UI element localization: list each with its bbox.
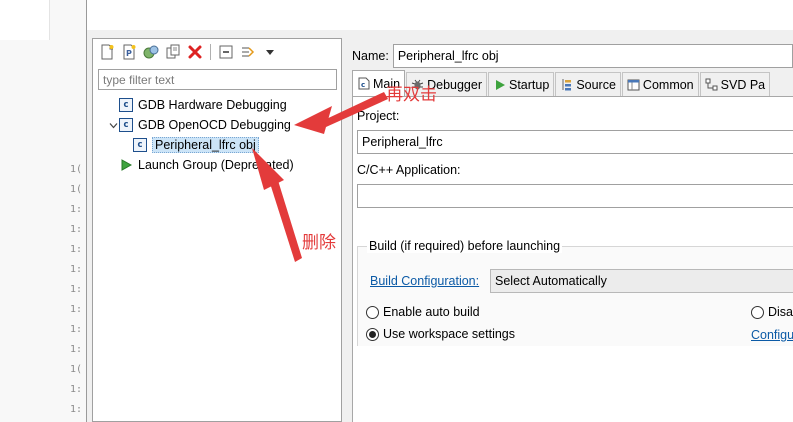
tab-startup[interactable]: Startup: [488, 72, 555, 96]
line-number: 1(: [70, 364, 83, 375]
new-config-button[interactable]: [97, 42, 117, 62]
c-config-icon: c: [119, 118, 133, 132]
line-number: 1:: [70, 224, 83, 235]
launch-config-tree: c GDB Hardware Debugging c GDB OpenOCD D…: [93, 95, 341, 175]
radio-label: Enable auto build: [383, 305, 480, 319]
line-number: 1:: [70, 264, 83, 275]
tree-item-launch-group[interactable]: Launch Group (Deprecated): [93, 155, 341, 175]
line-number: 1:: [70, 344, 83, 355]
radio-unchecked-icon: [751, 305, 764, 319]
project-input[interactable]: [357, 130, 793, 154]
radio-checked-icon: [366, 327, 379, 341]
export-icon: [143, 45, 159, 59]
tree-item-label: GDB OpenOCD Debugging: [138, 118, 291, 132]
line-number: 1:: [70, 304, 83, 315]
radio-label: Disa: [768, 305, 793, 319]
use-workspace-settings-radio[interactable]: Use workspace settings: [366, 327, 515, 341]
startup-tab-icon: [493, 78, 506, 91]
build-group-title: Build (if required) before launching: [367, 239, 563, 253]
annotation-delete-text: 删除: [302, 233, 336, 253]
enable-auto-build-radio[interactable]: Enable auto build: [366, 305, 480, 319]
line-number: 1:: [70, 384, 83, 395]
new-file-icon: [101, 44, 114, 60]
filter-dropdown-button[interactable]: [260, 42, 280, 62]
delete-red-x-icon: [188, 45, 202, 59]
application-input[interactable]: [357, 184, 793, 208]
filter-input[interactable]: [98, 69, 337, 90]
tree-item-label: GDB Hardware Debugging: [138, 98, 287, 112]
tab-common[interactable]: Common: [621, 72, 699, 96]
dialog-header-area: [87, 0, 793, 30]
filter-icon: [242, 47, 255, 57]
annotation-double-click-text: 再双击: [386, 85, 437, 105]
editor-top-pane: [0, 0, 50, 40]
disable-auto-build-radio[interactable]: Disa: [751, 305, 793, 319]
tree-item-gdb-openocd-debugging[interactable]: c GDB OpenOCD Debugging: [93, 115, 341, 135]
c-config-icon: c: [133, 138, 147, 152]
svg-text:c: c: [361, 81, 365, 89]
radio-label: Use workspace settings: [383, 327, 516, 341]
collapse-all-button[interactable]: [216, 42, 236, 62]
line-number: 1(: [70, 164, 83, 175]
c-config-icon: c: [119, 98, 133, 112]
export-button[interactable]: [141, 42, 161, 62]
collapse-all-icon: [219, 45, 233, 59]
name-row: Name:: [352, 44, 793, 68]
line-number: 1:: [70, 404, 83, 415]
line-number: 1:: [70, 324, 83, 335]
tree-item-peripheral-lfrc-obj[interactable]: c Peripheral_lfrc obj: [93, 135, 341, 155]
radio-unchecked-icon: [366, 305, 379, 319]
duplicate-icon: [166, 44, 180, 59]
main-tab-icon: c: [357, 77, 370, 90]
tree-item-label: Launch Group (Deprecated): [138, 158, 294, 172]
main-tab-body: Project: C/C++ Application: Build (if re…: [352, 96, 793, 422]
source-tab-icon: [560, 78, 573, 91]
new-prototype-button[interactable]: P: [119, 42, 139, 62]
line-number: 1:: [70, 284, 83, 295]
tab-label: Source: [576, 77, 616, 92]
tab-label: Common: [642, 77, 694, 92]
editor-background: 1( 1( 1: 1: 1: 1: 1: 1: 1: 1: 1( 1: 1:: [0, 0, 86, 422]
toolbar-separator: [210, 44, 211, 60]
launch-group-icon: [119, 158, 133, 172]
delete-button[interactable]: [185, 42, 205, 62]
tab-label: Startup: [509, 77, 550, 92]
new-prototype-icon: P: [123, 44, 136, 60]
svd-tab-icon: [705, 78, 718, 91]
build-configuration-select[interactable]: Select Automatically: [490, 269, 793, 293]
build-configuration-link[interactable]: Build Configuration:: [370, 274, 479, 288]
tree-toolbar: P: [97, 41, 280, 63]
tab-label: SVD Pa: [720, 77, 766, 92]
project-label: Project:: [357, 109, 400, 123]
svg-text:P: P: [126, 49, 132, 58]
line-number: 1(: [70, 184, 83, 195]
duplicate-button[interactable]: [163, 42, 183, 62]
application-label: C/C++ Application:: [357, 163, 461, 177]
configure-workspace-link[interactable]: Configu: [751, 328, 793, 342]
tree-item-label: Peripheral_lfrc obj: [152, 137, 259, 153]
line-number-gutter: 1( 1( 1: 1: 1: 1: 1: 1: 1: 1: 1( 1: 1:: [70, 160, 86, 420]
build-configuration-value: Select Automatically: [495, 274, 607, 288]
line-number: 1:: [70, 244, 83, 255]
tab-svd-path[interactable]: SVD Pa: [699, 72, 771, 96]
line-number: 1:: [70, 204, 83, 215]
expand-arrow-icon[interactable]: [107, 115, 119, 135]
tree-item-gdb-hardware-debugging[interactable]: c GDB Hardware Debugging: [93, 95, 341, 115]
chevron-down-icon: [266, 50, 274, 55]
name-label: Name:: [352, 49, 389, 63]
common-tab-icon: [627, 78, 640, 91]
filter-button[interactable]: [238, 42, 258, 62]
tab-source[interactable]: Source: [555, 72, 621, 96]
name-input[interactable]: [392, 44, 793, 68]
